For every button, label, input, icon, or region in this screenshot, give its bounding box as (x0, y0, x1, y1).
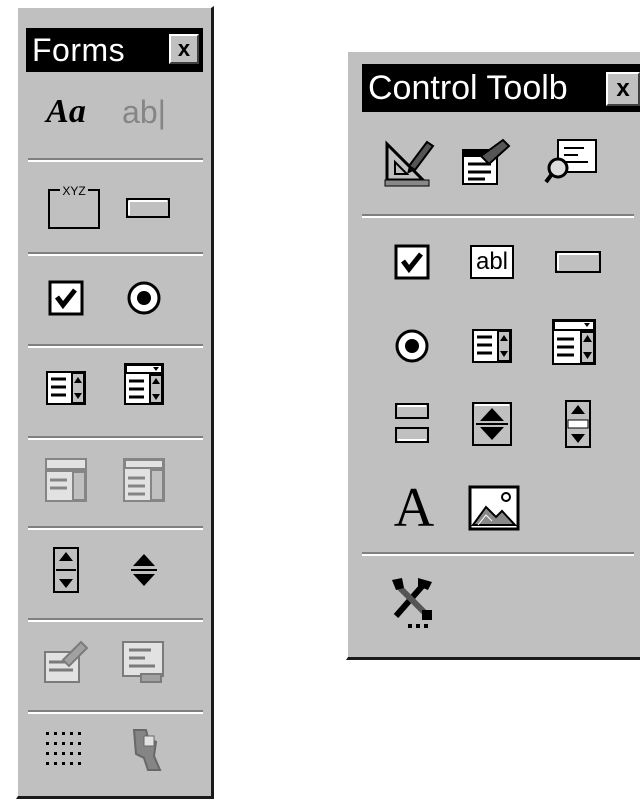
textbox-icon[interactable]: abl (466, 236, 518, 288)
forms-title: Forms (32, 32, 126, 68)
separator (28, 344, 203, 348)
separator (362, 214, 634, 218)
option-button-icon[interactable] (386, 320, 438, 372)
separator (28, 252, 203, 256)
checkbox-icon[interactable] (386, 236, 438, 288)
groupbox-caption: XYZ (62, 184, 85, 198)
edit-code-icon[interactable] (118, 636, 170, 688)
forms-toolbar: Forms x Aa ab| XYZ (16, 6, 214, 799)
combination-list-edit-icon[interactable] (40, 454, 92, 506)
edit-box-text: ab| (122, 93, 166, 130)
separator (28, 618, 203, 622)
spinner-icon[interactable] (118, 544, 170, 596)
textbox-text: abl (475, 248, 509, 275)
image-icon[interactable] (466, 480, 522, 536)
checkbox-icon[interactable] (40, 272, 92, 324)
separator (28, 158, 203, 162)
control-properties-icon[interactable] (40, 636, 92, 688)
toggle-button-icon[interactable] (386, 398, 438, 450)
more-controls-icon[interactable] (386, 574, 442, 630)
toggle-grid-icon[interactable] (40, 724, 92, 776)
run-dialog-icon[interactable] (118, 724, 170, 776)
option-button-icon[interactable] (118, 272, 170, 324)
label-icon[interactable]: A (386, 480, 442, 536)
label-tool-text: Aa (46, 93, 86, 130)
label-glyph: A (393, 477, 435, 539)
combo-box-icon[interactable] (118, 358, 170, 410)
control-toolbox-titlebar[interactable]: Control Toolb x (362, 64, 640, 112)
button-icon[interactable] (122, 182, 174, 234)
control-toolbox-toolbar: Control Toolb x abl A (346, 50, 640, 660)
separator (28, 710, 203, 714)
list-box-icon[interactable] (40, 362, 92, 414)
group-box-icon[interactable]: XYZ (44, 176, 104, 236)
separator (362, 552, 634, 556)
combination-dropdown-edit-icon[interactable] (118, 454, 170, 506)
edit-box-icon[interactable]: ab| (118, 86, 170, 138)
list-box-icon[interactable] (466, 320, 518, 372)
command-button-icon[interactable] (552, 236, 604, 288)
combo-box-icon[interactable] (548, 316, 600, 368)
properties-icon[interactable] (458, 134, 514, 190)
label-icon[interactable]: Aa (40, 86, 92, 138)
forms-close-button[interactable]: x (169, 34, 199, 64)
design-mode-icon[interactable] (382, 134, 438, 190)
control-toolbox-title: Control Toolb (368, 69, 568, 107)
forms-titlebar[interactable]: Forms x (26, 28, 203, 72)
scroll-bar-icon[interactable] (552, 398, 604, 450)
separator (28, 436, 203, 440)
spin-button-icon[interactable] (466, 398, 518, 450)
control-toolbox-close-button[interactable]: x (606, 72, 640, 106)
scroll-bar-icon[interactable] (40, 544, 92, 596)
view-code-icon[interactable] (544, 134, 600, 190)
separator (28, 526, 203, 530)
